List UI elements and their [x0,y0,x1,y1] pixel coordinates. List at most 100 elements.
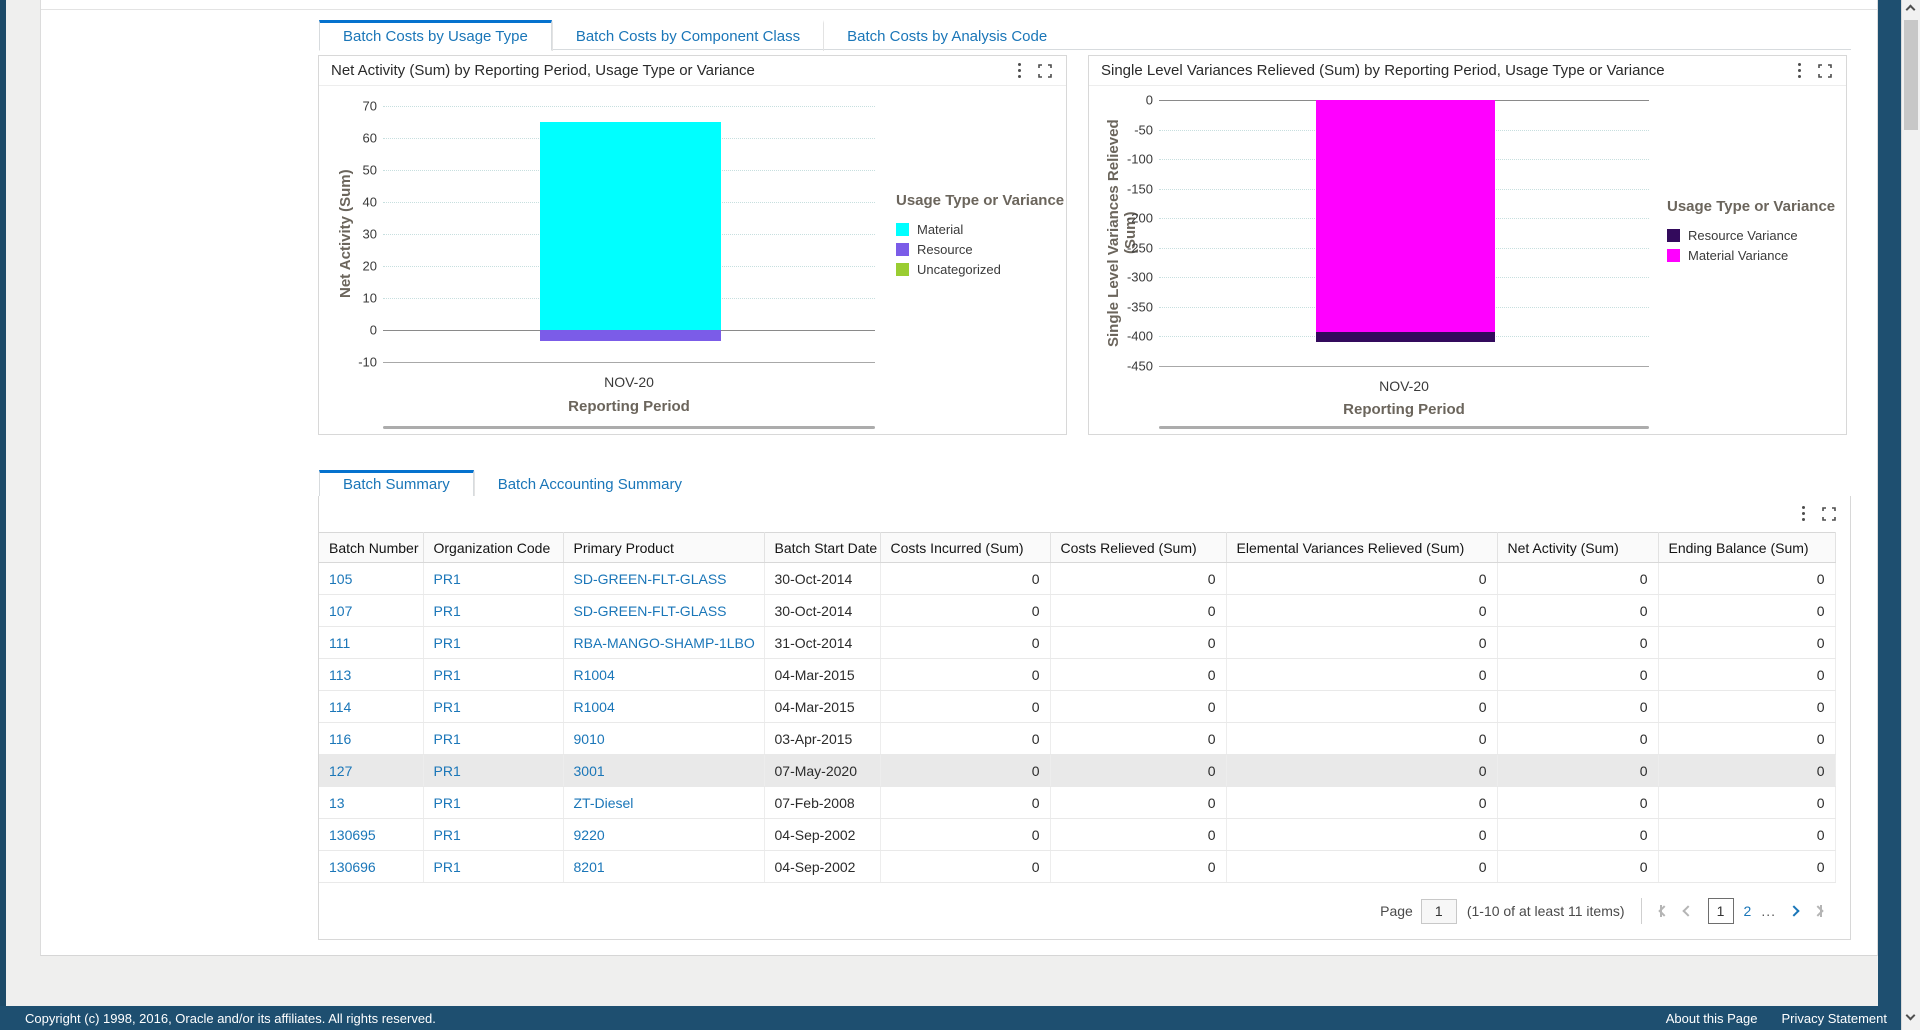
organization-code-link[interactable]: PR1 [434,571,461,587]
primary-product-link[interactable]: SD-GREEN-FLT-GLASS [574,603,727,619]
chart-maximize-icon[interactable] [1038,63,1052,78]
cell-costs-incurred-sum: 0 [880,850,1051,883]
column-header-primary-product[interactable]: Primary Product [563,532,765,563]
legend-item-uncategorized[interactable]: Uncategorized [896,259,1064,279]
table-row[interactable]: 105 PR1 SD-GREEN-FLT-GLASS 30-Oct-2014 0 0 0 0 0 [319,562,1836,595]
primary-product-link[interactable]: 9220 [574,827,605,843]
primary-product-link[interactable]: 3001 [574,763,605,779]
page-footer: Copyright (c) 1998, 2016, Oracle and/or … [0,1006,1901,1030]
bar-segment-resource[interactable] [540,330,721,342]
column-header-costs-relieved-sum[interactable]: Costs Relieved (Sum) [1050,532,1227,563]
table-row[interactable]: 114 PR1 R1004 04-Mar-2015 0 0 0 0 0 [319,690,1836,723]
organization-code-link[interactable]: PR1 [434,731,461,747]
batch-number-link[interactable]: 130695 [329,827,376,843]
scroll-up-icon[interactable] [1905,4,1916,15]
legend-item-material-variance[interactable]: Material Variance [1667,245,1835,265]
column-header-costs-incurred-sum[interactable]: Costs Incurred (Sum) [880,532,1051,563]
organization-code-link[interactable]: PR1 [434,603,461,619]
organization-code-link[interactable]: PR1 [434,795,461,811]
cell-costs-incurred-sum: 0 [880,754,1051,787]
column-header-ending-balance-sum[interactable]: Ending Balance (Sum) [1658,532,1836,563]
organization-code-link[interactable]: PR1 [434,859,461,875]
column-header-organization-code[interactable]: Organization Code [423,532,564,563]
primary-product-link[interactable]: RBA-MANGO-SHAMP-1LBO [574,635,755,651]
table-menu-icon[interactable] [1802,506,1806,522]
table-row[interactable]: 127 PR1 3001 07-May-2020 0 0 0 0 0 [319,754,1836,787]
cell-batch-number: 105 [319,562,424,595]
tab-batch-costs-by-component-class[interactable]: Batch Costs by Component Class [551,20,823,51]
chart-menu-icon[interactable] [1018,62,1022,79]
next-page-button[interactable] [1788,905,1800,917]
table-row[interactable]: 113 PR1 R1004 04-Mar-2015 0 0 0 0 0 [319,658,1836,691]
chart-menu-icon[interactable] [1798,62,1802,79]
y-axis-tick-label: -50 [1134,122,1153,138]
organization-code-link[interactable]: PR1 [434,699,461,715]
table-row[interactable]: 116 PR1 9010 03-Apr-2015 0 0 0 0 0 [319,722,1836,755]
page-2-link[interactable]: 2 [1744,903,1752,919]
tab-batch-costs-by-usage-type[interactable]: Batch Costs by Usage Type [319,20,552,51]
tab-batch-summary[interactable]: Batch Summary [319,470,474,498]
batch-number-link[interactable]: 111 [329,635,350,651]
window-left-edge [0,0,6,1006]
primary-product-link[interactable]: R1004 [574,699,615,715]
table-row[interactable]: 130696 PR1 8201 04-Sep-2002 0 0 0 0 0 [319,850,1836,883]
batch-number-link[interactable]: 114 [329,699,351,715]
privacy-statement-link[interactable]: Privacy Statement [1782,1011,1888,1026]
batch-number-link[interactable]: 116 [329,731,351,747]
cell-batch-number: 13 [319,786,424,819]
column-header-elemental-variances-relieved-sum[interactable]: Elemental Variances Relieved (Sum) [1226,532,1498,563]
organization-code-link[interactable]: PR1 [434,763,461,779]
legend-item-resource-variance[interactable]: Resource Variance [1667,225,1835,245]
column-header-net-activity-sum[interactable]: Net Activity (Sum) [1497,532,1659,563]
column-header-batch-number[interactable]: Batch Number [319,532,424,563]
batch-number-link[interactable]: 130696 [329,859,376,875]
table-row[interactable]: 107 PR1 SD-GREEN-FLT-GLASS 30-Oct-2014 0 0 0 0 0 [319,594,1836,627]
bar-nov-20 [1315,100,1496,366]
bar-segment-material[interactable] [540,122,721,330]
cell-elemental-variances-relieved-sum: 0 [1226,594,1498,627]
first-page-button[interactable] [1657,905,1670,917]
scrollbar-thumb[interactable] [1904,20,1918,130]
previous-page-button[interactable] [1681,905,1694,917]
page-input[interactable] [1420,898,1457,924]
legend-item-resource[interactable]: Resource [896,239,1064,259]
bar-segment-material-variance[interactable] [1315,100,1496,333]
about-this-page-link[interactable]: About this Page [1666,1011,1758,1026]
chart-maximize-icon[interactable] [1818,63,1832,78]
batch-number-link[interactable]: 13 [329,795,345,811]
cell-batch-start-date: 04-Mar-2015 [764,690,881,723]
bar-segment-resource-variance[interactable] [1315,332,1496,343]
table-row[interactable]: 13 PR1 ZT-Diesel 07-Feb-2008 0 0 0 0 0 [319,786,1836,819]
cell-batch-start-date: 04-Sep-2002 [764,850,881,883]
organization-code-link[interactable]: PR1 [434,667,461,683]
cell-costs-incurred-sum: 0 [880,626,1051,659]
scroll-down-icon[interactable] [1905,1010,1916,1021]
last-page-button[interactable] [1812,905,1824,917]
batch-number-link[interactable]: 127 [329,763,352,779]
batch-number-link[interactable]: 113 [329,667,351,683]
table-row[interactable]: 111 PR1 RBA-MANGO-SHAMP-1LBO 31-Oct-2014 0 0 0… [319,626,1836,659]
vertical-scrollbar[interactable] [1901,0,1920,1030]
cell-organization-code: PR1 [423,658,564,691]
primary-product-link[interactable]: 8201 [574,859,605,875]
primary-product-link[interactable]: ZT-Diesel [574,795,634,811]
table-maximize-icon[interactable] [1822,507,1836,521]
chart-zoom-slider[interactable] [383,426,875,429]
legend-item-material[interactable]: Material [896,219,1064,239]
organization-code-link[interactable]: PR1 [434,827,461,843]
primary-product-link[interactable]: 9010 [574,731,605,747]
batch-number-link[interactable]: 107 [329,603,352,619]
x-axis-title: Reporting Period [568,398,690,415]
primary-product-link[interactable]: R1004 [574,667,615,683]
cell-net-activity-sum: 0 [1497,818,1659,851]
column-header-batch-start-date[interactable]: Batch Start Date [764,532,881,563]
current-page-button[interactable]: 1 [1707,898,1734,924]
chart-zoom-slider[interactable] [1159,426,1649,429]
batch-number-link[interactable]: 105 [329,571,352,587]
table-row[interactable]: 130695 PR1 9220 04-Sep-2002 0 0 0 0 0 [319,818,1836,851]
primary-product-link[interactable]: SD-GREEN-FLT-GLASS [574,571,727,587]
tab-batch-accounting-summary[interactable]: Batch Accounting Summary [473,470,705,498]
cell-net-activity-sum: 0 [1497,786,1659,819]
organization-code-link[interactable]: PR1 [434,635,461,651]
tab-batch-costs-by-analysis-code[interactable]: Batch Costs by Analysis Code [823,20,1070,51]
